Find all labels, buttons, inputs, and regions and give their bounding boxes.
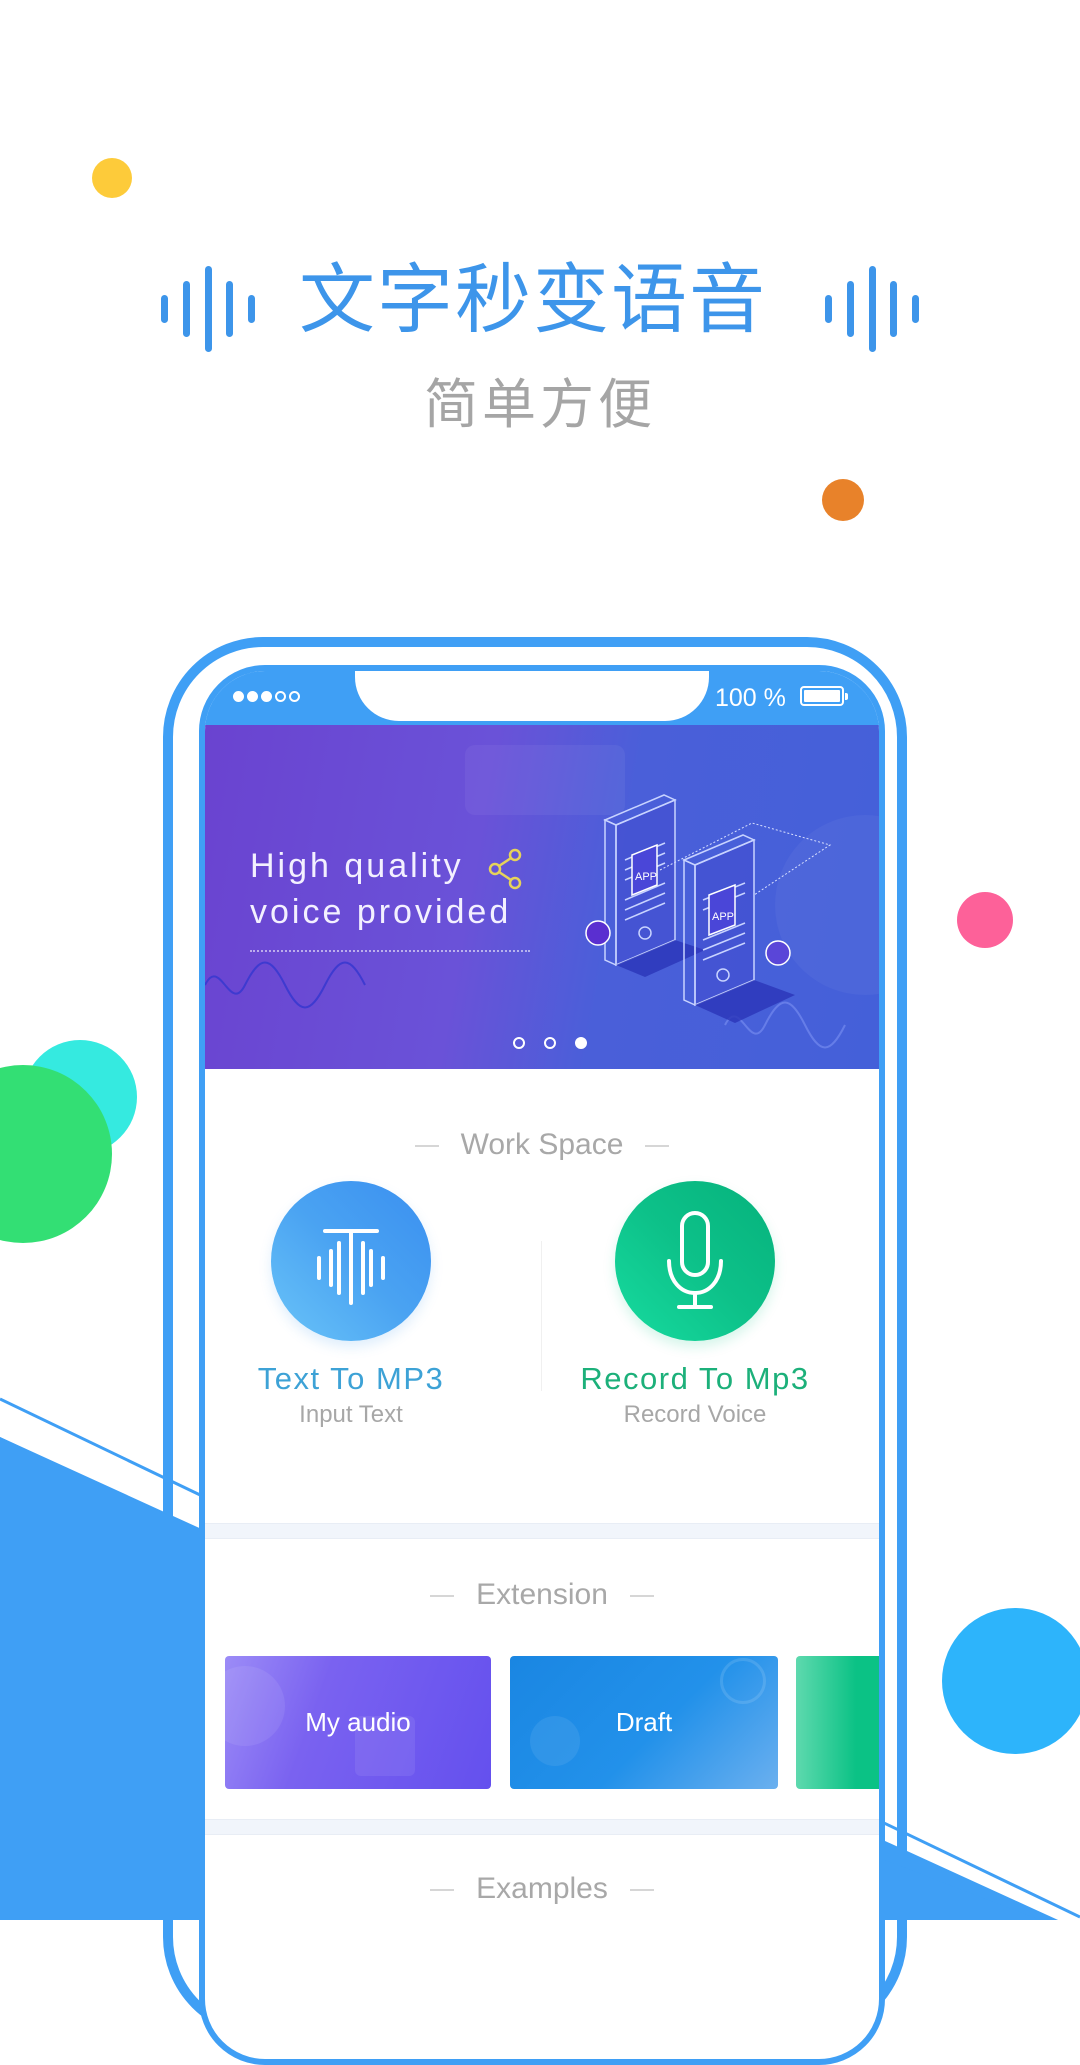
banner-headline: High quality voice provided (250, 843, 511, 935)
illustration-app-label-2: APP (712, 911, 734, 923)
text-wave-icon (317, 1229, 385, 1305)
yellow-dot (92, 158, 132, 198)
orange-dot (822, 479, 864, 521)
record-to-mp3-subtitle: Record Voice (623, 1401, 767, 1428)
draft-card[interactable]: Draft (510, 1656, 778, 1789)
illustration-app-label-1: APP (635, 871, 657, 883)
text-to-mp3-circle (271, 1181, 431, 1341)
record-to-mp3-button[interactable]: Record To Mp3 Record Voice (555, 1181, 835, 1431)
heading-dash-right (645, 1145, 670, 1148)
examples-title: Examples (476, 1872, 608, 1905)
microphone-icon (667, 1211, 723, 1309)
share-icon[interactable] (487, 847, 523, 891)
text-to-mp3-button[interactable]: Text To MP3 Input Text (211, 1181, 491, 1431)
work-space-heading: Work Space (205, 1125, 879, 1165)
extension-title: Extension (476, 1578, 608, 1611)
status-bar: 100 % (205, 671, 879, 727)
carousel-dot-1[interactable] (513, 1037, 525, 1049)
my-audio-card[interactable]: My audio (225, 1656, 491, 1789)
heading-dash-left (430, 1595, 455, 1598)
third-extension-card[interactable] (796, 1656, 879, 1789)
illustration-mic-badge-icon (585, 920, 611, 946)
carousel-dot-3-active[interactable] (575, 1037, 587, 1049)
work-space-title: Work Space (460, 1128, 624, 1161)
sound-wave-icon-left (158, 264, 258, 356)
heading-dash-right (629, 1595, 654, 1598)
promo-banner[interactable]: APP APP High quality voice provided (205, 725, 879, 1069)
sky-blue-circle (942, 1608, 1080, 1754)
text-to-mp3-title: Text To MP3 (257, 1361, 445, 1396)
record-to-mp3-circle (615, 1181, 775, 1341)
examples-heading: Examples (205, 1869, 879, 1909)
carousel-indicator (205, 1037, 879, 1049)
draft-label: Draft (615, 1707, 673, 1737)
sound-wave-icon-right (822, 264, 922, 356)
section-separator-2 (205, 1819, 879, 1835)
carousel-dot-2[interactable] (544, 1037, 556, 1049)
banner-line-1: High quality (250, 847, 464, 885)
heading-dash-left (414, 1145, 439, 1148)
phone-notch (355, 671, 709, 721)
heading-dash-right (629, 1889, 654, 1892)
battery-percentage: 100 % (715, 684, 786, 712)
text-to-mp3-subtitle: Input Text (299, 1401, 403, 1428)
banner-underline (250, 950, 530, 952)
hero-subtitle: 简单方便 (424, 373, 656, 436)
work-space-divider (541, 1241, 542, 1391)
heading-dash-left (430, 1889, 455, 1892)
section-separator-1 (205, 1523, 879, 1539)
record-to-mp3-title: Record To Mp3 (580, 1361, 810, 1396)
phone-screen: 100 % APP APP High quality voice provide… (199, 665, 885, 2065)
hero-title: 文字秒变语音 (299, 255, 767, 344)
banner-line-2: voice provided (250, 893, 512, 931)
signal-strength-icon (233, 691, 300, 702)
my-audio-label: My audio (305, 1707, 411, 1737)
battery-icon (800, 686, 848, 706)
extension-heading: Extension (205, 1575, 879, 1615)
pink-dot (957, 892, 1013, 948)
illustration-wave-badge-icon (765, 940, 791, 966)
